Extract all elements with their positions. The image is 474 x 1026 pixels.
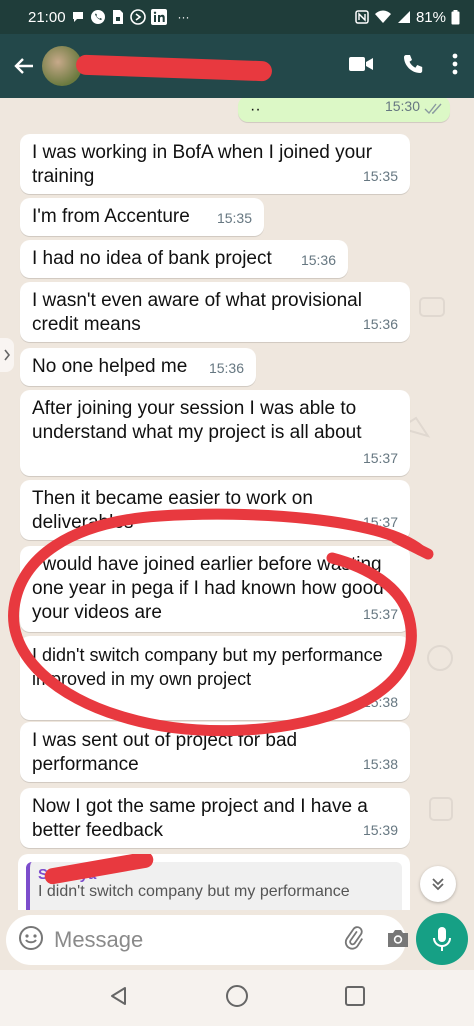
message-text: After joining your session I was able to… <box>32 398 362 443</box>
reply-text: I didn't switch company but my performan… <box>38 883 350 900</box>
message-bubble[interactable]: No one helped me 15:36 <box>20 348 256 386</box>
message-time: 15:37 <box>362 606 398 622</box>
nav-back-button[interactable] <box>108 985 130 1012</box>
emoji-icon <box>19 925 43 950</box>
message-time: 15:39 <box>362 822 398 838</box>
message-input[interactable] <box>54 927 342 953</box>
message-input-bar <box>0 910 474 970</box>
message-text: I was sent out of project for bad perfor… <box>32 730 298 775</box>
double-check-icon <box>424 103 442 115</box>
message-time: 15:36 <box>362 316 398 332</box>
system-navigation-bar <box>0 970 474 1026</box>
shazam-icon <box>129 9 146 25</box>
message-bubble[interactable]: I would have joined earlier before wasti… <box>20 546 410 632</box>
wifi-icon <box>374 10 392 24</box>
message-bubble[interactable]: I wasn't even aware of what provisional … <box>20 282 410 342</box>
triangle-back-icon <box>110 986 126 1005</box>
message-text: I didn't switch company but my performan… <box>32 645 383 689</box>
message-bubble[interactable]: After joining your session I was able to… <box>20 390 410 476</box>
more-options-button[interactable] <box>452 53 458 80</box>
emoji-button[interactable] <box>18 925 44 956</box>
attach-button[interactable] <box>342 925 366 955</box>
double-chevron-down-icon <box>432 878 444 891</box>
message-time: 15:37 <box>362 450 398 466</box>
status-time: 21:00 <box>28 8 66 26</box>
reply-preview[interactable]: Soumya I didn't switch company but my pe… <box>18 854 410 910</box>
status-bar: 21:00 ··· 81% <box>0 0 474 34</box>
name-redaction-mark <box>75 54 273 82</box>
message-text: Then it became easier to work on deliver… <box>32 488 313 533</box>
nav-home-button[interactable] <box>225 984 249 1013</box>
voice-message-button[interactable] <box>416 913 468 965</box>
chat-notification-icon <box>71 10 85 24</box>
camera-icon <box>388 929 408 947</box>
message-time: 15:35 <box>216 210 252 226</box>
video-camera-icon <box>349 56 373 71</box>
message-time: 15:35 <box>362 168 398 184</box>
sim-card-icon <box>111 9 125 25</box>
message-time: 15:30 <box>384 98 420 114</box>
message-bubble[interactable]: I was working in BofA when I joined your… <box>20 134 410 194</box>
battery-icon <box>451 9 460 25</box>
message-time: 15:38 <box>362 756 398 772</box>
nfc-icon <box>355 10 369 24</box>
message-bubble[interactable]: I had no idea of bank project 15:36 <box>20 240 348 278</box>
nav-recents-button[interactable] <box>344 985 366 1012</box>
circle-home-icon <box>225 984 248 1007</box>
message-text: I had no idea of bank project <box>32 248 272 269</box>
side-panel-handle[interactable] <box>0 338 14 372</box>
message-bubble[interactable]: I didn't switch company but my performan… <box>20 636 410 720</box>
message-input-container <box>6 915 408 965</box>
voice-call-button[interactable] <box>402 53 424 80</box>
message-time: 15:37 <box>362 514 398 530</box>
back-arrow-icon <box>14 58 33 74</box>
message-text: I was working in BofA when I joined your… <box>32 142 373 187</box>
square-recents-icon <box>345 985 366 1006</box>
whatsapp-notification-icon <box>90 9 106 25</box>
message-bubble[interactable]: Now I got the same project and I have a … <box>20 788 410 848</box>
linkedin-icon <box>150 9 167 25</box>
contact-name[interactable] <box>75 46 348 86</box>
paperclip-icon <box>344 925 363 950</box>
message-time: 15:36 <box>300 252 336 268</box>
more-vert-icon <box>452 53 458 74</box>
scroll-to-bottom-button[interactable] <box>420 866 456 902</box>
message-text: Now I got the same project and I have a … <box>32 796 368 841</box>
microphone-icon <box>433 927 451 951</box>
message-bubble[interactable]: I'm from Accenture 15:35 <box>20 198 264 236</box>
message-bubble[interactable]: Then it became easier to work on deliver… <box>20 480 410 540</box>
message-time: 15:36 <box>208 360 244 376</box>
message-bubble-outgoing[interactable]: ·· 15:30 <box>238 98 450 122</box>
chat-header <box>0 34 474 98</box>
phone-icon <box>404 54 423 73</box>
back-button[interactable] <box>10 55 38 77</box>
chat-area[interactable]: ·· 15:30 I was working in BofA when I jo… <box>0 98 474 906</box>
message-text: I wasn't even aware of what provisional … <box>32 290 362 335</box>
video-call-button[interactable] <box>348 55 374 78</box>
status-more-indicator: ··· <box>177 10 190 24</box>
battery-level: 81% <box>415 8 446 26</box>
chevron-right-icon <box>4 349 11 361</box>
message-text: I would have joined earlier before wasti… <box>32 554 384 623</box>
message-time: 15:38 <box>362 694 398 710</box>
camera-button[interactable] <box>386 927 410 954</box>
message-bubble[interactable]: I was sent out of project for bad perfor… <box>20 722 410 782</box>
signal-icon <box>397 10 411 24</box>
